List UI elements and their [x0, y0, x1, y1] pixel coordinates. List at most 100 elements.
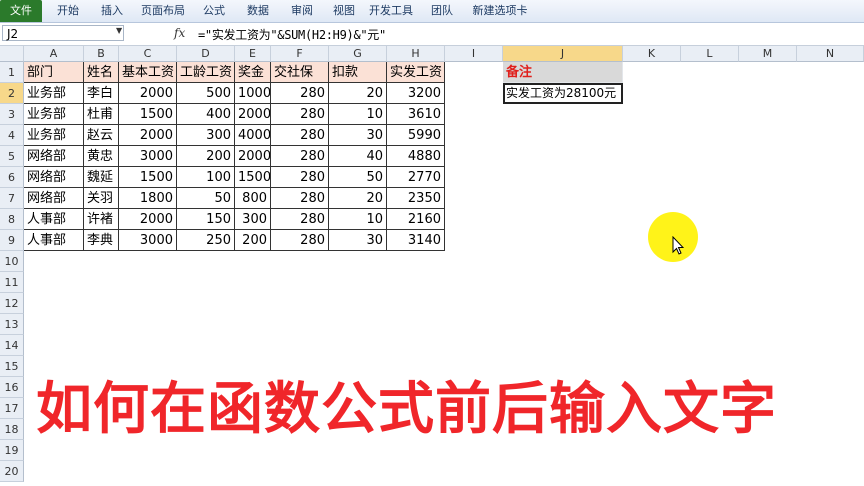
- table-cell[interactable]: 关羽: [84, 188, 119, 209]
- table-cell[interactable]: 3000: [119, 146, 177, 167]
- table-cell[interactable]: 200: [177, 146, 235, 167]
- table-cell[interactable]: 20: [329, 83, 387, 104]
- table-cell[interactable]: 280: [271, 188, 329, 209]
- column-header[interactable]: E: [235, 46, 271, 62]
- tab-page-layout[interactable]: 页面布局: [138, 0, 188, 22]
- column-header[interactable]: I: [445, 46, 503, 62]
- table-cell[interactable]: 30: [329, 125, 387, 146]
- table-cell[interactable]: 2160: [387, 209, 445, 230]
- table-cell[interactable]: 4000: [235, 125, 271, 146]
- table-cell[interactable]: 300: [235, 209, 271, 230]
- table-cell[interactable]: 2000: [235, 104, 271, 125]
- table-cell[interactable]: 280: [271, 104, 329, 125]
- row-header[interactable]: 5: [0, 146, 24, 167]
- table-cell[interactable]: 150: [177, 209, 235, 230]
- table-cell[interactable]: 40: [329, 146, 387, 167]
- table-cell[interactable]: 1500: [119, 104, 177, 125]
- row-header[interactable]: 7: [0, 188, 24, 209]
- row-header[interactable]: 12: [0, 293, 24, 314]
- table-cell[interactable]: 10: [329, 209, 387, 230]
- table-cell[interactable]: 3140: [387, 230, 445, 251]
- table-cell[interactable]: 1500: [235, 167, 271, 188]
- table-cell[interactable]: 黄忠: [84, 146, 119, 167]
- row-header[interactable]: 11: [0, 272, 24, 293]
- table-cell[interactable]: 网络部: [24, 188, 84, 209]
- table-cell[interactable]: 魏延: [84, 167, 119, 188]
- table-cell[interactable]: 50: [177, 188, 235, 209]
- tab-developer[interactable]: 开发工具: [366, 0, 416, 22]
- row-header[interactable]: 8: [0, 209, 24, 230]
- column-header[interactable]: F: [271, 46, 329, 62]
- column-header[interactable]: B: [84, 46, 119, 62]
- table-cell[interactable]: 20: [329, 188, 387, 209]
- column-header[interactable]: D: [177, 46, 235, 62]
- tab-insert[interactable]: 插入: [94, 0, 130, 22]
- table-cell[interactable]: 李典: [84, 230, 119, 251]
- table-cell[interactable]: 30: [329, 230, 387, 251]
- select-all-corner[interactable]: [0, 46, 24, 62]
- row-header[interactable]: 18: [0, 419, 24, 440]
- row-header[interactable]: 4: [0, 125, 24, 146]
- table-cell[interactable]: 2000: [119, 209, 177, 230]
- table-cell[interactable]: 1800: [119, 188, 177, 209]
- table-cell[interactable]: 250: [177, 230, 235, 251]
- column-header[interactable]: J: [503, 46, 623, 62]
- table-cell[interactable]: 3610: [387, 104, 445, 125]
- tab-team[interactable]: 团队: [424, 0, 460, 22]
- table-cell[interactable]: 业务部: [24, 125, 84, 146]
- row-header[interactable]: 1: [0, 62, 24, 83]
- table-cell[interactable]: 800: [235, 188, 271, 209]
- table-cell[interactable]: 50: [329, 167, 387, 188]
- table-cell[interactable]: 人事部: [24, 209, 84, 230]
- tab-home[interactable]: 开始: [50, 0, 86, 22]
- table-cell[interactable]: 200: [235, 230, 271, 251]
- table-cell[interactable]: 300: [177, 125, 235, 146]
- row-header[interactable]: 2: [0, 83, 24, 104]
- table-cell[interactable]: 3000: [119, 230, 177, 251]
- table-cell[interactable]: 3200: [387, 83, 445, 104]
- row-header[interactable]: 9: [0, 230, 24, 251]
- insert-function-icon[interactable]: fx: [174, 26, 185, 40]
- row-header[interactable]: 20: [0, 461, 24, 482]
- note-result-cell[interactable]: 实发工资为28100元: [503, 83, 623, 104]
- row-header[interactable]: 6: [0, 167, 24, 188]
- column-header[interactable]: H: [387, 46, 445, 62]
- table-cell[interactable]: 2770: [387, 167, 445, 188]
- table-cell[interactable]: 赵云: [84, 125, 119, 146]
- table-header-cell[interactable]: 姓名: [84, 62, 119, 83]
- table-cell[interactable]: 李白: [84, 83, 119, 104]
- table-cell[interactable]: 280: [271, 230, 329, 251]
- tab-new-tab[interactable]: 新建选项卡: [468, 0, 532, 22]
- table-cell[interactable]: 业务部: [24, 83, 84, 104]
- column-header[interactable]: C: [119, 46, 177, 62]
- name-box[interactable]: J2: [2, 25, 124, 41]
- row-header[interactable]: 19: [0, 440, 24, 461]
- table-header-cell[interactable]: 扣款: [329, 62, 387, 83]
- table-cell[interactable]: 1500: [119, 167, 177, 188]
- table-cell[interactable]: 许褚: [84, 209, 119, 230]
- table-cell[interactable]: 280: [271, 209, 329, 230]
- table-header-cell[interactable]: 奖金: [235, 62, 271, 83]
- row-header[interactable]: 17: [0, 398, 24, 419]
- table-cell[interactable]: 2000: [119, 83, 177, 104]
- tab-file[interactable]: 文件: [0, 0, 42, 22]
- row-header[interactable]: 16: [0, 377, 24, 398]
- table-cell[interactable]: 网络部: [24, 167, 84, 188]
- formula-input[interactable]: ="实发工资为"&SUM(H2:H9)&"元": [198, 26, 386, 43]
- column-header[interactable]: L: [681, 46, 739, 62]
- table-cell[interactable]: 500: [177, 83, 235, 104]
- table-cell[interactable]: 400: [177, 104, 235, 125]
- table-header-cell[interactable]: 部门: [24, 62, 84, 83]
- tab-formulas[interactable]: 公式: [196, 0, 232, 22]
- table-cell[interactable]: 2000: [119, 125, 177, 146]
- table-cell[interactable]: 280: [271, 83, 329, 104]
- table-cell[interactable]: 网络部: [24, 146, 84, 167]
- table-cell[interactable]: 2000: [235, 146, 271, 167]
- table-cell[interactable]: 10: [329, 104, 387, 125]
- row-header[interactable]: 10: [0, 251, 24, 272]
- table-header-cell[interactable]: 基本工资: [119, 62, 177, 83]
- column-header[interactable]: K: [623, 46, 681, 62]
- column-header[interactable]: N: [797, 46, 864, 62]
- table-cell[interactable]: 人事部: [24, 230, 84, 251]
- table-cell[interactable]: 1000: [235, 83, 271, 104]
